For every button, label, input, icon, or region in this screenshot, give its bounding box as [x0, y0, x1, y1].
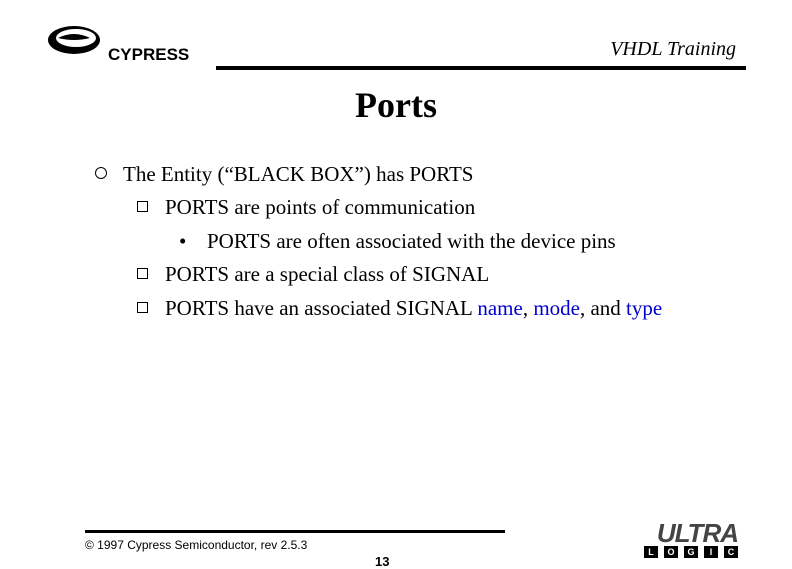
logic-letter: G [684, 546, 698, 558]
logic-letter: L [644, 546, 658, 558]
bullet-level-2: PORTS have an associated SIGNAL name, mo… [137, 294, 732, 323]
slide-title: Ports [0, 84, 792, 126]
bullet-level-3: • PORTS are often associated with the de… [179, 227, 732, 256]
keyword-type: type [626, 296, 662, 320]
logic-letter: O [664, 546, 678, 558]
bullet-text: PORTS are a special class of SIGNAL [165, 260, 732, 289]
bullet-text: PORTS have an associated SIGNAL name, mo… [165, 294, 732, 323]
footer-divider [85, 530, 505, 533]
text-span: , and [580, 296, 626, 320]
circle-bullet-icon [95, 167, 107, 179]
logic-letter-boxes: L O G I C [644, 546, 738, 558]
bullet-level-2: PORTS are a special class of SIGNAL [137, 260, 732, 289]
bullet-text: PORTS are points of communication [165, 193, 732, 222]
text-span: PORTS have an associated SIGNAL [165, 296, 477, 320]
bullet-text: The Entity (“BLACK BOX”) has PORTS [123, 160, 732, 189]
svg-text:CYPRESS: CYPRESS [108, 45, 189, 64]
bullet-level-2: PORTS are points of communication [137, 193, 732, 222]
slide-header: CYPRESS VHDL Training [46, 20, 746, 80]
square-bullet-icon [137, 302, 148, 313]
course-title: VHDL Training [610, 38, 736, 61]
square-bullet-icon [137, 268, 148, 279]
logic-letter: C [724, 546, 738, 558]
ultra-brand-text: ULTRA [657, 518, 738, 549]
cypress-logo: CYPRESS [46, 20, 216, 70]
logic-letter: I [704, 546, 718, 558]
bullet-level-1: The Entity (“BLACK BOX”) has PORTS [95, 160, 732, 189]
header-divider [216, 66, 746, 70]
text-span: , [523, 296, 534, 320]
square-bullet-icon [137, 201, 148, 212]
keyword-mode: mode [533, 296, 580, 320]
keyword-name: name [477, 296, 522, 320]
bullet-text: PORTS are often associated with the devi… [207, 227, 732, 256]
ultra-logic-logo: ULTRA L O G I C [566, 522, 746, 562]
dot-bullet-icon: • [179, 227, 186, 256]
copyright-text: © 1997 Cypress Semiconductor, rev 2.5.3 [85, 538, 307, 552]
slide-content: The Entity (“BLACK BOX”) has PORTS PORTS… [95, 160, 732, 327]
